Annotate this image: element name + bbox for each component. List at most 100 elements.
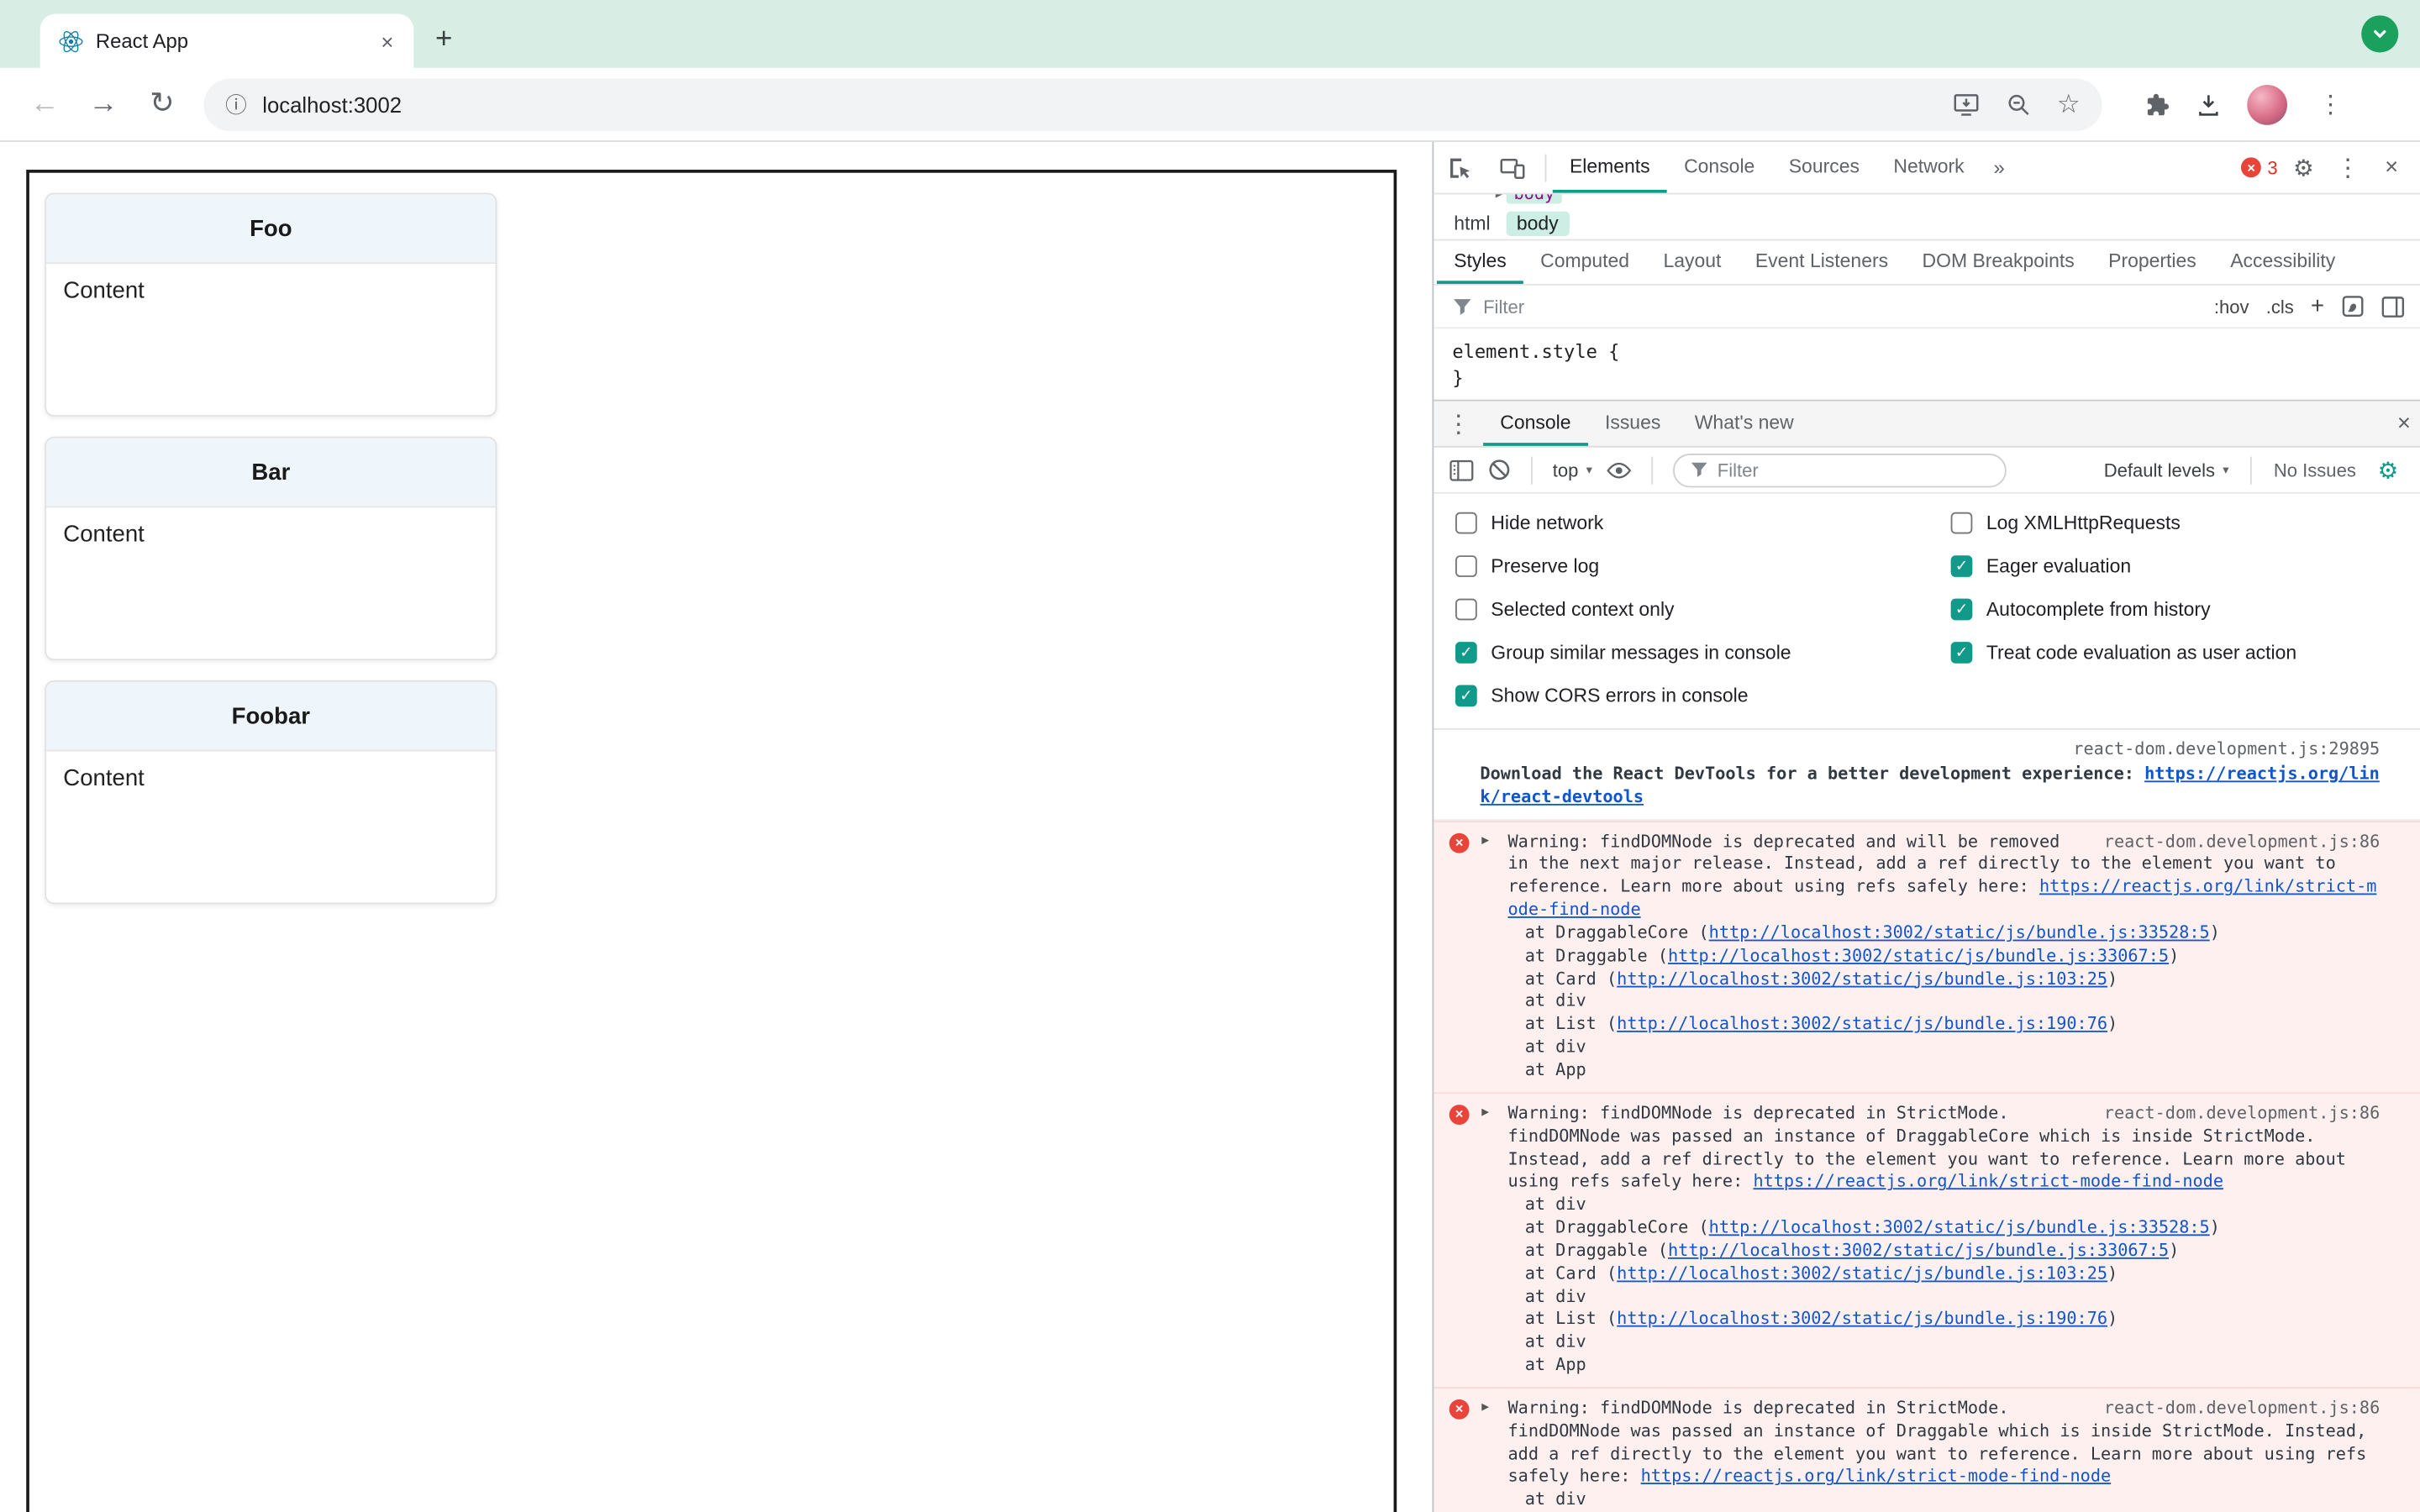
console-setting-show-cors-errors-in-console[interactable]: ✓ Show CORS errors in console	[1455, 675, 1951, 717]
styles-filter-input[interactable]	[1483, 295, 2204, 318]
source-location-link[interactable]: react-dom.development.js:86	[2104, 1103, 2380, 1126]
breadcrumb-html[interactable]: html	[1454, 213, 1490, 234]
new-tab-button[interactable]: +	[435, 22, 452, 59]
forward-button[interactable]: →	[77, 78, 129, 130]
drawer-tab-what-s-new[interactable]: What's new	[1678, 402, 1811, 446]
styles-subtab-styles[interactable]: Styles	[1436, 241, 1523, 284]
checkbox[interactable]: ✓	[1950, 598, 1973, 621]
card-foo[interactable]: Foo Content	[45, 192, 497, 417]
downloads-icon[interactable]	[2195, 90, 2223, 118]
more-tabs-chevron[interactable]: »	[1981, 142, 2018, 193]
profile-avatar[interactable]	[2247, 84, 2288, 124]
log-levels-dropdown[interactable]: Default levels ▾	[2104, 459, 2229, 480]
new-style-rule-icon[interactable]: +	[2311, 293, 2324, 319]
card-bar[interactable]: Bar Content	[45, 436, 497, 661]
styles-subtab-properties[interactable]: Properties	[2091, 241, 2213, 284]
checkbox[interactable]: ✓	[1950, 555, 1973, 577]
checkbox[interactable]: ✓	[1455, 642, 1477, 664]
checkbox[interactable]: ✓	[1455, 685, 1477, 707]
tab-close-icon[interactable]: ×	[376, 29, 398, 53]
devtools-tab-elements[interactable]: Elements	[1552, 142, 1667, 193]
browser-tab[interactable]: React App ×	[39, 13, 414, 68]
back-button[interactable]: ←	[18, 78, 71, 130]
console-setting-group-similar-messages-in-console[interactable]: ✓ Group similar messages in console	[1455, 631, 1951, 674]
tab-search-button[interactable]	[2361, 15, 2399, 53]
source-location-link[interactable]: react-dom.development.js:86	[2104, 831, 2380, 853]
install-app-icon[interactable]	[1952, 90, 1980, 118]
console-setting-autocomplete-from-history[interactable]: ✓ Autocomplete from history	[1950, 588, 2420, 631]
zoom-icon[interactable]	[2004, 90, 2032, 118]
message-link[interactable]: https://reactjs.org/link/react-devtools	[1480, 764, 2379, 806]
console-setting-log-xmlhttprequests[interactable]: ✓ Log XMLHttpRequests	[1950, 501, 2420, 544]
console-filter-field[interactable]	[1672, 453, 2007, 487]
message-link[interactable]: https://reactjs.org/link/strict-mode-fin…	[1641, 1467, 2112, 1487]
device-toolbar-icon[interactable]	[1486, 142, 1539, 193]
inspect-element-icon[interactable]	[1434, 142, 1486, 193]
checkbox[interactable]: ✓	[1950, 642, 1973, 664]
source-location-link[interactable]: react-dom.development.js:29895	[1480, 739, 2380, 762]
message-link[interactable]: https://reactjs.org/link/strict-mode-fin…	[1507, 877, 2376, 920]
stack-frame-link[interactable]: http://localhost:3002/static/js/bundle.j…	[1668, 945, 2169, 965]
stack-frame-link[interactable]: http://localhost:3002/static/js/bundle.j…	[1617, 1309, 2107, 1329]
console-filter-input[interactable]	[1717, 459, 1989, 481]
console-sidebar-icon[interactable]	[1449, 459, 1474, 480]
stack-frame-link[interactable]: http://localhost:3002/static/js/bundle.j…	[1617, 1014, 2107, 1034]
devtools-tab-console[interactable]: Console	[1667, 142, 1772, 193]
checkbox[interactable]: ✓	[1950, 512, 1973, 534]
console-setting-eager-evaluation[interactable]: ✓ Eager evaluation	[1950, 544, 2420, 587]
styles-subtab-computed[interactable]: Computed	[1523, 241, 1646, 284]
styles-subtab-event-listeners[interactable]: Event Listeners	[1739, 241, 1906, 284]
checkbox[interactable]: ✓	[1455, 598, 1477, 621]
bookmark-star-icon[interactable]: ☆	[2057, 91, 2081, 117]
drawer-close-icon[interactable]: ×	[2388, 402, 2420, 446]
console-settings-gear-icon[interactable]: ⚙	[2371, 456, 2404, 484]
devtools-close-icon[interactable]: ×	[2375, 155, 2407, 181]
console-setting-preserve-log[interactable]: ✓ Preserve log	[1455, 544, 1951, 587]
source-location-link[interactable]: react-dom.development.js:86	[2104, 1398, 2380, 1420]
checkbox[interactable]: ✓	[1455, 512, 1477, 534]
devtools-menu-kebab-icon[interactable]: ⋮	[2329, 152, 2366, 183]
breadcrumb-body[interactable]: body	[1505, 210, 1570, 236]
expand-caret-icon[interactable]: ▶	[1481, 1399, 1489, 1416]
card-foobar[interactable]: Foobar Content	[45, 680, 497, 905]
stack-frame-link[interactable]: http://localhost:3002/static/js/bundle.j…	[1709, 922, 2210, 942]
console-setting-hide-network[interactable]: ✓ Hide network	[1455, 501, 1951, 544]
stack-frame-link[interactable]: http://localhost:3002/static/js/bundle.j…	[1617, 969, 2107, 989]
live-expression-eye-icon[interactable]	[1606, 460, 1631, 479]
checkbox[interactable]: ✓	[1455, 555, 1477, 577]
url-text[interactable]: localhost:3002	[262, 92, 1936, 116]
devtools-tab-network[interactable]: Network	[1876, 142, 1981, 193]
computed-sidebar-toggle-icon[interactable]	[2381, 296, 2405, 318]
issues-counter[interactable]: No Issues	[2274, 459, 2356, 480]
style-options-icon[interactable]	[2341, 295, 2365, 318]
expand-caret-icon[interactable]: ▶	[1481, 1105, 1489, 1121]
expand-caret-icon[interactable]: ▶	[1481, 832, 1489, 849]
element-classes-button[interactable]: .cls	[2266, 296, 2294, 318]
stack-frame-link[interactable]: http://localhost:3002/static/js/bundle.j…	[1617, 1263, 2107, 1284]
tree-caret-icon[interactable]: ▶	[1496, 194, 1503, 200]
console-setting-treat-code-evaluation-as-user-action[interactable]: ✓ Treat code evaluation as user action	[1950, 631, 2420, 674]
error-count-badge[interactable]: × 3	[2241, 156, 2278, 178]
clear-console-icon[interactable]	[1488, 459, 1512, 482]
devtools-settings-gear-icon[interactable]: ⚙	[2287, 154, 2320, 181]
message-link[interactable]: https://reactjs.org/link/strict-mode-fin…	[1753, 1172, 2223, 1192]
site-info-icon[interactable]: ⓘ	[225, 89, 247, 120]
extensions-puzzle-icon[interactable]	[2142, 90, 2170, 118]
address-bar[interactable]: ⓘ localhost:3002 ☆	[203, 77, 2102, 131]
drawer-tab-console[interactable]: Console	[1483, 402, 1588, 446]
devtools-tab-sources[interactable]: Sources	[1772, 142, 1877, 193]
styles-subtab-dom-breakpoints[interactable]: DOM Breakpoints	[1905, 241, 2091, 284]
drawer-kebab-icon[interactable]: ⋮	[1434, 402, 1483, 446]
drawer-tab-issues[interactable]: Issues	[1588, 402, 1678, 446]
console-setting-selected-context-only[interactable]: ✓ Selected context only	[1455, 588, 1951, 631]
context-selector[interactable]: top ▾	[1553, 459, 1592, 480]
stack-frame-link[interactable]: http://localhost:3002/static/js/bundle.j…	[1709, 1217, 2210, 1237]
stack-frame-link[interactable]: http://localhost:3002/static/js/bundle.j…	[1668, 1241, 2169, 1261]
browser-menu-kebab-icon[interactable]: ⋮	[2312, 89, 2349, 120]
styles-subtab-layout[interactable]: Layout	[1646, 241, 1738, 284]
reload-button[interactable]: ↻	[136, 78, 188, 130]
styles-subtab-accessibility[interactable]: Accessibility	[2213, 241, 2352, 284]
selected-dom-node[interactable]: body	[1506, 194, 1563, 204]
toggle-hover-state-button[interactable]: :hov	[2214, 296, 2249, 318]
element-style-open[interactable]: element.style {	[1452, 339, 2402, 366]
